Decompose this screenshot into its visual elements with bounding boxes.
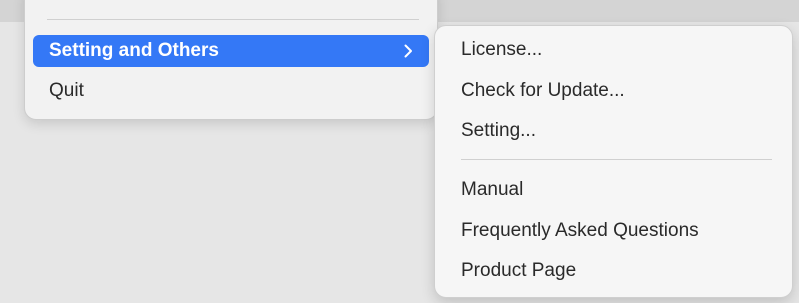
- menu-item-manual[interactable]: Manual: [461, 174, 782, 206]
- menu-item-label: License...: [461, 39, 543, 60]
- menu-separator: [461, 159, 772, 160]
- menu-item-product-page[interactable]: Product Page: [461, 255, 782, 287]
- menu-item-setting-and-others[interactable]: Setting and Others: [33, 35, 429, 67]
- menu-item-label: Manual: [461, 179, 524, 200]
- menu-separator: [47, 19, 419, 20]
- menu-item-faq[interactable]: Frequently Asked Questions: [461, 215, 782, 247]
- menu-item-label: Product Page: [461, 260, 577, 281]
- menu-item-label: Setting...: [461, 120, 536, 141]
- chevron-right-icon: [404, 35, 413, 67]
- menu-item-quit[interactable]: Quit: [33, 75, 429, 107]
- menu-item-label: Quit: [49, 80, 84, 101]
- context-menu: Setting and Others Quit: [24, 0, 438, 120]
- menu-item-label: Check for Update...: [461, 80, 625, 101]
- menu-item-label: Frequently Asked Questions: [461, 220, 699, 241]
- menu-item-license[interactable]: License...: [461, 34, 782, 66]
- menu-item-check-for-update[interactable]: Check for Update...: [461, 75, 782, 107]
- submenu-setting-and-others: License... Check for Update... Setting..…: [434, 25, 793, 298]
- menu-item-label: Setting and Others: [49, 40, 219, 61]
- menu-item-setting[interactable]: Setting...: [461, 115, 782, 147]
